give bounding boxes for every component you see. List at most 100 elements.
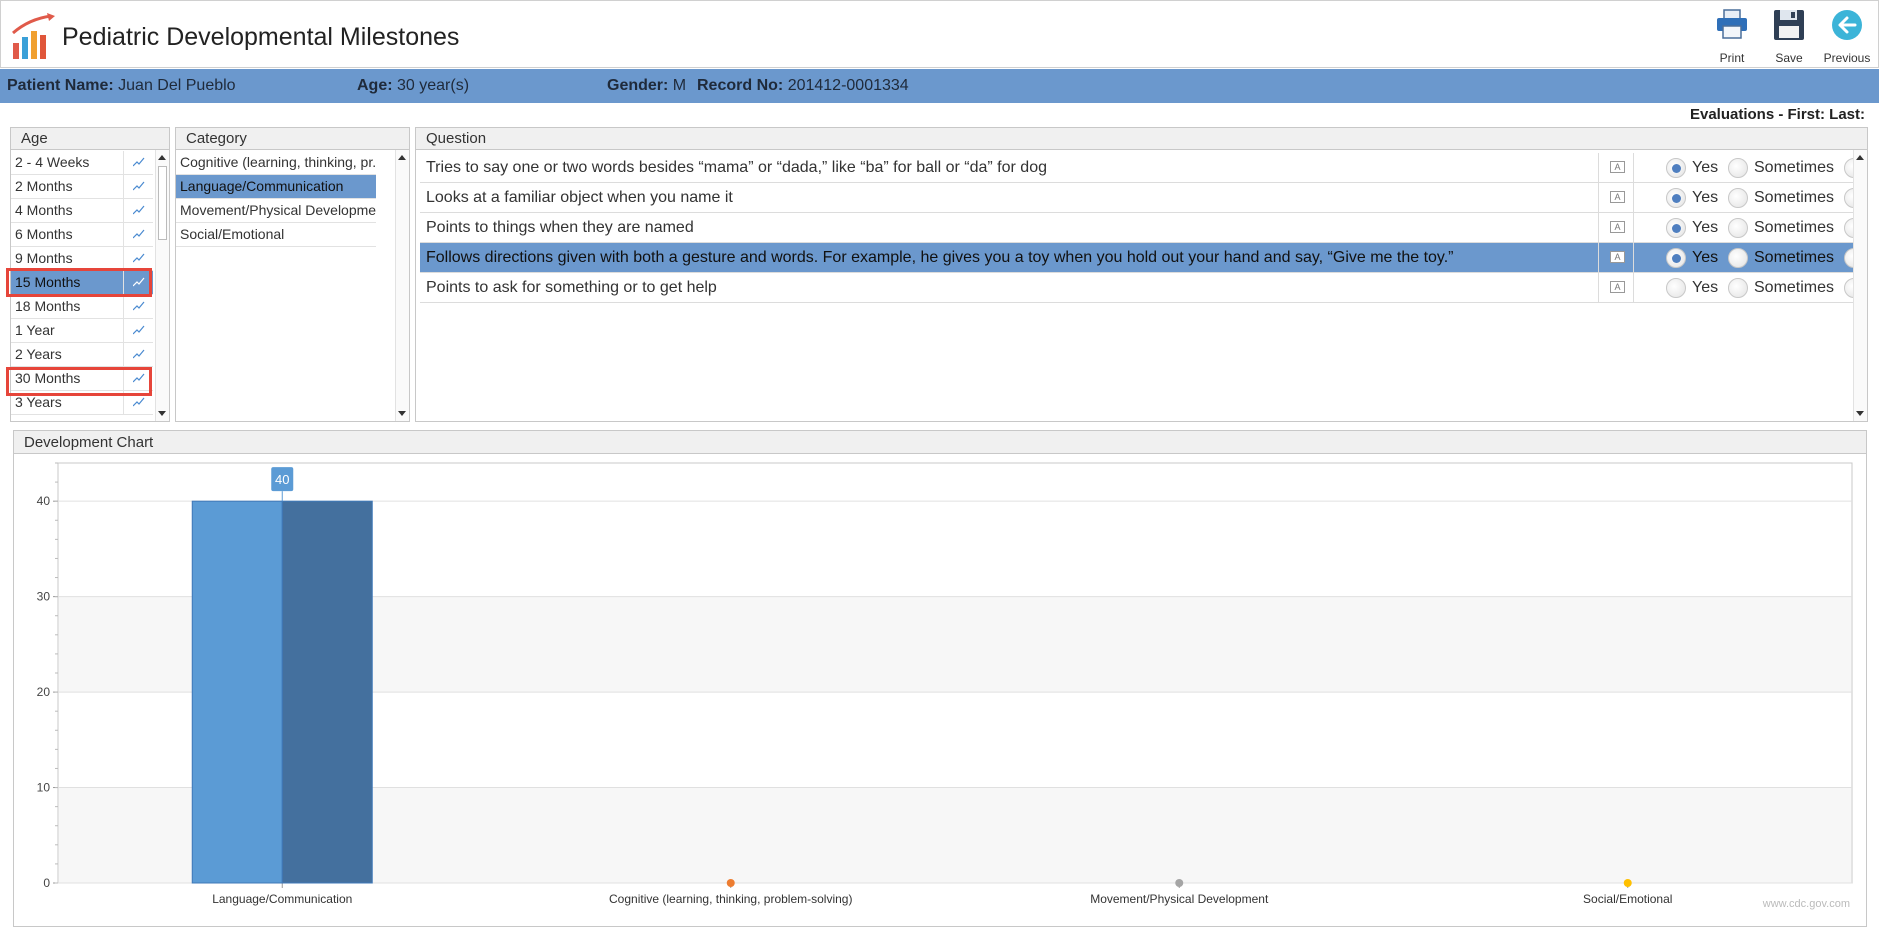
previous-label: Previous bbox=[1823, 51, 1871, 65]
question-row[interactable]: Tries to say one or two words besides “m… bbox=[420, 153, 1854, 183]
scroll-up-icon[interactable] bbox=[158, 155, 166, 160]
radio-label: Yes bbox=[1692, 219, 1719, 236]
patient-gender-label: Gender: bbox=[607, 77, 669, 94]
radio-label: Yes bbox=[1692, 159, 1719, 176]
print-button[interactable]: Print bbox=[1704, 5, 1760, 67]
patient-name-label: Patient Name: bbox=[7, 77, 114, 94]
evaluations-summary: Evaluations - First: Last: bbox=[1689, 106, 1865, 123]
trend-chart-icon[interactable] bbox=[123, 247, 153, 270]
question-list-scrollbar[interactable] bbox=[1853, 150, 1867, 421]
category-item[interactable]: Language/Communication bbox=[176, 175, 376, 199]
floppy-disk-icon bbox=[1774, 10, 1804, 40]
zero-value-marker bbox=[1623, 879, 1632, 887]
age-item-label: 4 Months bbox=[15, 202, 73, 218]
development-chart-panel: Development Chart 0 10 20 30 40 Language/Comm… bbox=[13, 430, 1867, 927]
scroll-down-icon[interactable] bbox=[158, 411, 166, 416]
question-text: Tries to say one or two words besides “m… bbox=[426, 159, 1047, 176]
app-logo-icon bbox=[12, 13, 55, 59]
question-panel-header: Question bbox=[416, 128, 1867, 150]
note-icon: A bbox=[1610, 221, 1625, 233]
previous-button[interactable]: Previous bbox=[1819, 5, 1875, 67]
radio-label: Sometimes bbox=[1754, 249, 1835, 266]
age-list-scrollbar[interactable] bbox=[155, 150, 169, 421]
save-button[interactable]: Save bbox=[1761, 5, 1817, 67]
category-panel: Category Cognitive (learning, thinking, … bbox=[175, 127, 410, 422]
patient-gender-value: M bbox=[672, 77, 687, 94]
category-item[interactable]: Social/Emotional bbox=[176, 223, 376, 247]
note-button[interactable]: A bbox=[1598, 213, 1634, 242]
category-list-scrollbar[interactable] bbox=[395, 150, 409, 421]
x-tick-label: Cognitive (learning, thinking, problem-s… bbox=[609, 892, 852, 906]
radio-dot bbox=[1666, 218, 1686, 238]
age-item[interactable]: 2 Months bbox=[11, 175, 153, 199]
category-item[interactable]: Cognitive (learning, thinking, pr... bbox=[176, 151, 376, 175]
age-item[interactable]: 4 Months bbox=[11, 199, 153, 223]
scroll-thumb[interactable] bbox=[158, 166, 167, 240]
age-item[interactable]: 18 Months bbox=[11, 295, 153, 319]
patient-record-value: 201412-0001334 bbox=[787, 77, 909, 94]
radio-label: Sometimes bbox=[1754, 219, 1835, 236]
x-tick-label: Social/Emotional bbox=[1583, 892, 1672, 906]
note-icon: A bbox=[1610, 191, 1625, 203]
patient-age: Age: 30 year(s) bbox=[357, 77, 469, 95]
age-item[interactable]: 2 - 4 Weeks bbox=[11, 151, 153, 175]
scroll-up-icon[interactable] bbox=[1856, 155, 1864, 160]
age-item[interactable]: 6 Months bbox=[11, 223, 153, 247]
radio-dot bbox=[1666, 248, 1686, 268]
age-item-label: 9 Months bbox=[15, 250, 73, 266]
category-list: Cognitive (learning, thinking, pr... Lang… bbox=[176, 151, 392, 421]
x-tick-label: Movement/Physical Development bbox=[1090, 892, 1269, 906]
trend-chart-icon[interactable] bbox=[123, 199, 153, 222]
radio-dot bbox=[1728, 218, 1748, 238]
age-item-label: 18 Months bbox=[15, 298, 81, 314]
trend-chart-icon[interactable] bbox=[123, 175, 153, 198]
trend-chart-icon[interactable] bbox=[123, 319, 153, 342]
zero-value-marker bbox=[1175, 879, 1184, 887]
radio-dot bbox=[1728, 248, 1748, 268]
app-window: Pediatric Developmental Milestones Print… bbox=[0, 0, 1879, 944]
y-tick-label: 0 bbox=[43, 876, 50, 890]
patient-gender: Gender: M bbox=[607, 77, 686, 95]
trend-chart-icon[interactable] bbox=[123, 343, 153, 366]
question-row[interactable]: Looks at a familiar object when you name… bbox=[420, 183, 1854, 213]
radio-dot bbox=[1666, 158, 1686, 178]
note-button[interactable]: A bbox=[1598, 153, 1634, 182]
data-label: 40 bbox=[275, 472, 289, 487]
trend-chart-icon[interactable] bbox=[123, 223, 153, 246]
bar-shade bbox=[281, 500, 373, 884]
trend-chart-icon[interactable] bbox=[123, 151, 153, 174]
note-button[interactable]: A bbox=[1598, 273, 1634, 302]
scroll-down-icon[interactable] bbox=[398, 411, 406, 416]
note-button[interactable]: A bbox=[1598, 243, 1634, 272]
category-item[interactable]: Movement/Physical Developme... bbox=[176, 199, 376, 223]
zero-value-marker bbox=[726, 879, 735, 887]
radio-dot bbox=[1728, 278, 1748, 298]
age-item-label: 3 Years bbox=[15, 394, 62, 410]
age-item-label: 2 Years bbox=[15, 346, 62, 362]
question-list: Tries to say one or two words besides “m… bbox=[420, 153, 1854, 421]
note-button[interactable]: A bbox=[1598, 183, 1634, 212]
patient-record: Record No: 201412-0001334 bbox=[697, 77, 909, 95]
question-row[interactable]: Points to things when they are named A Yes… bbox=[420, 213, 1854, 243]
question-text: Points to things when they are named bbox=[426, 219, 694, 236]
patient-age-label: Age: bbox=[357, 77, 393, 94]
question-row[interactable]: Points to ask for something or to get he… bbox=[420, 273, 1854, 303]
radio-label: Sometimes bbox=[1754, 189, 1835, 206]
question-panel: Question Tries to say one or two words b… bbox=[415, 127, 1868, 422]
age-item-label: 2 - 4 Weeks bbox=[15, 154, 90, 170]
radio-label: Sometimes bbox=[1754, 159, 1835, 176]
bar bbox=[191, 500, 283, 884]
radio-label: Yes bbox=[1692, 249, 1719, 266]
scroll-down-icon[interactable] bbox=[1856, 411, 1864, 416]
age-item[interactable]: 2 Years bbox=[11, 343, 153, 367]
scroll-up-icon[interactable] bbox=[398, 155, 406, 160]
note-icon: A bbox=[1610, 281, 1625, 293]
note-icon: A bbox=[1610, 251, 1625, 263]
radio-dot bbox=[1728, 158, 1748, 178]
age-item[interactable]: 1 Year bbox=[11, 319, 153, 343]
trend-chart-icon[interactable] bbox=[123, 295, 153, 318]
age-item-label: 2 Months bbox=[15, 178, 73, 194]
y-tick-label: 30 bbox=[37, 590, 51, 604]
patient-record-label: Record No: bbox=[697, 77, 784, 94]
question-row[interactable]: Follows directions given with both a ges… bbox=[420, 243, 1854, 273]
